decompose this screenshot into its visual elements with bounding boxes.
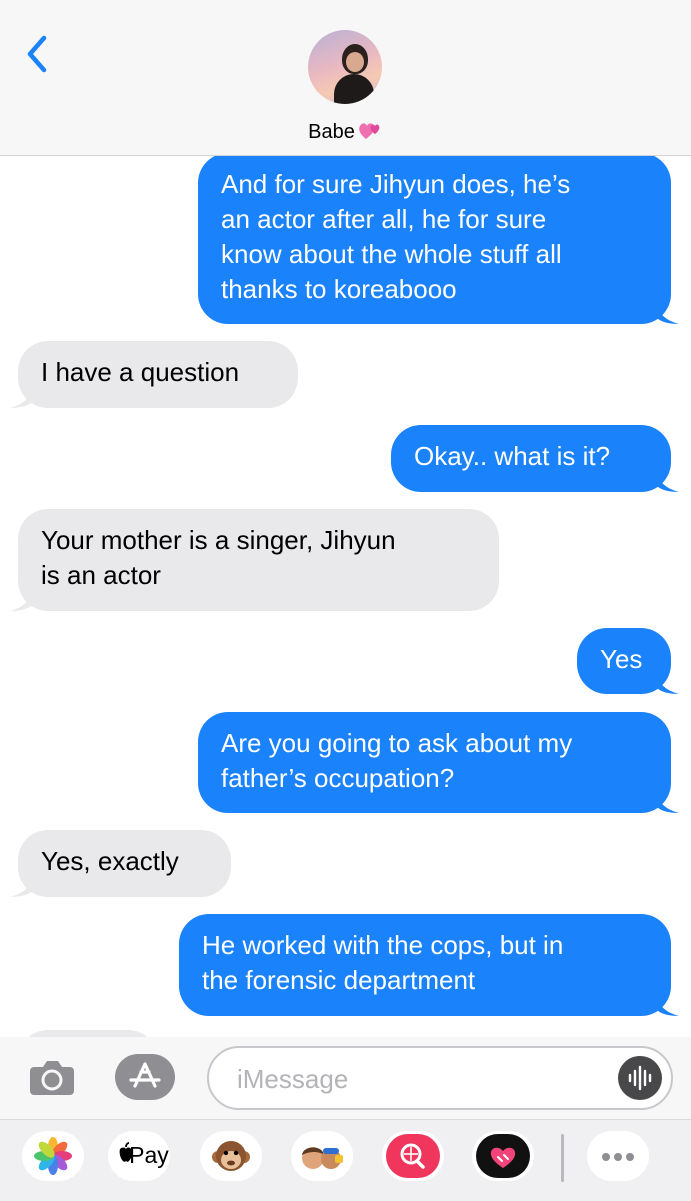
imessage-field[interactable] (207, 1046, 673, 1110)
bubble-tail (657, 996, 679, 1016)
digital-touch-heart-icon[interactable] (472, 1131, 534, 1181)
image-search-icon[interactable] (382, 1131, 444, 1181)
message-line: Your mother is a singer, Jihyun (41, 525, 396, 555)
outgoing-message[interactable]: Okay.. what is it? (391, 425, 679, 492)
apple-pay-label: Pay (129, 1142, 169, 1168)
message-line: Okay.. what is it? (414, 441, 611, 471)
drawer-divider (561, 1134, 564, 1182)
imessage-input[interactable] (235, 1060, 599, 1098)
two-hearts-icon (357, 119, 383, 147)
message-line: thanks to koreabooo (221, 274, 457, 304)
bubble-tail (657, 304, 679, 324)
outgoing-message[interactable]: He worked with the cops, but in the fore… (179, 914, 679, 1016)
bubble-tail (657, 674, 679, 694)
message-line: Yes, exactly (41, 846, 179, 876)
bubble-tail (657, 793, 679, 813)
audio-waveform-icon[interactable] (618, 1056, 662, 1100)
bubble-tail (657, 472, 679, 492)
message-line: an actor after all, he for sure (221, 204, 547, 234)
message-line: He worked with the cops, but in (202, 930, 564, 960)
outgoing-message[interactable]: Yes (577, 628, 679, 694)
outgoing-message[interactable]: And for sure Jihyun does, he’s an actor … (198, 153, 679, 324)
contact-avatar[interactable] (308, 30, 382, 104)
chevron-left-icon[interactable] (22, 34, 58, 74)
conversation-header: Babe (0, 0, 691, 156)
message-line: father’s occupation? (221, 763, 455, 793)
monkey-animoji-icon[interactable] (200, 1131, 262, 1181)
more-apps-icon[interactable] (587, 1131, 649, 1181)
contact-name: Babe (308, 121, 355, 143)
message-line: the forensic department (202, 965, 476, 995)
message-line: And for sure Jihyun does, he’s (221, 169, 571, 199)
bubble-tail (10, 877, 32, 897)
memoji-stickers-icon[interactable] (291, 1131, 353, 1181)
photos-app-icon[interactable] (22, 1131, 84, 1181)
incoming-message[interactable]: Your mother is a singer, Jihyun is an ac… (10, 509, 499, 611)
apple-pay-app-icon[interactable]: Pay (108, 1131, 170, 1181)
message-line: Yes (600, 644, 643, 674)
outgoing-message[interactable]: Are you going to ask about my father’s o… (198, 712, 679, 813)
app-store-icon[interactable] (115, 1054, 175, 1100)
bubble-tail (10, 591, 32, 611)
contact-name-row[interactable]: Babe (0, 119, 691, 147)
message-line: Are you going to ask about my (221, 728, 573, 758)
app-drawer: Pay (0, 1119, 691, 1201)
message-line: is an actor (41, 560, 161, 590)
incoming-message[interactable]: I have a question (10, 341, 298, 408)
incoming-message[interactable]: Yes, exactly (10, 830, 231, 897)
message-line: know about the whole stuff all (221, 239, 562, 269)
bubble-tail (10, 388, 32, 408)
message-line: I have a question (41, 357, 240, 387)
message-input-bar (0, 1037, 691, 1119)
camera-icon[interactable] (28, 1057, 76, 1097)
